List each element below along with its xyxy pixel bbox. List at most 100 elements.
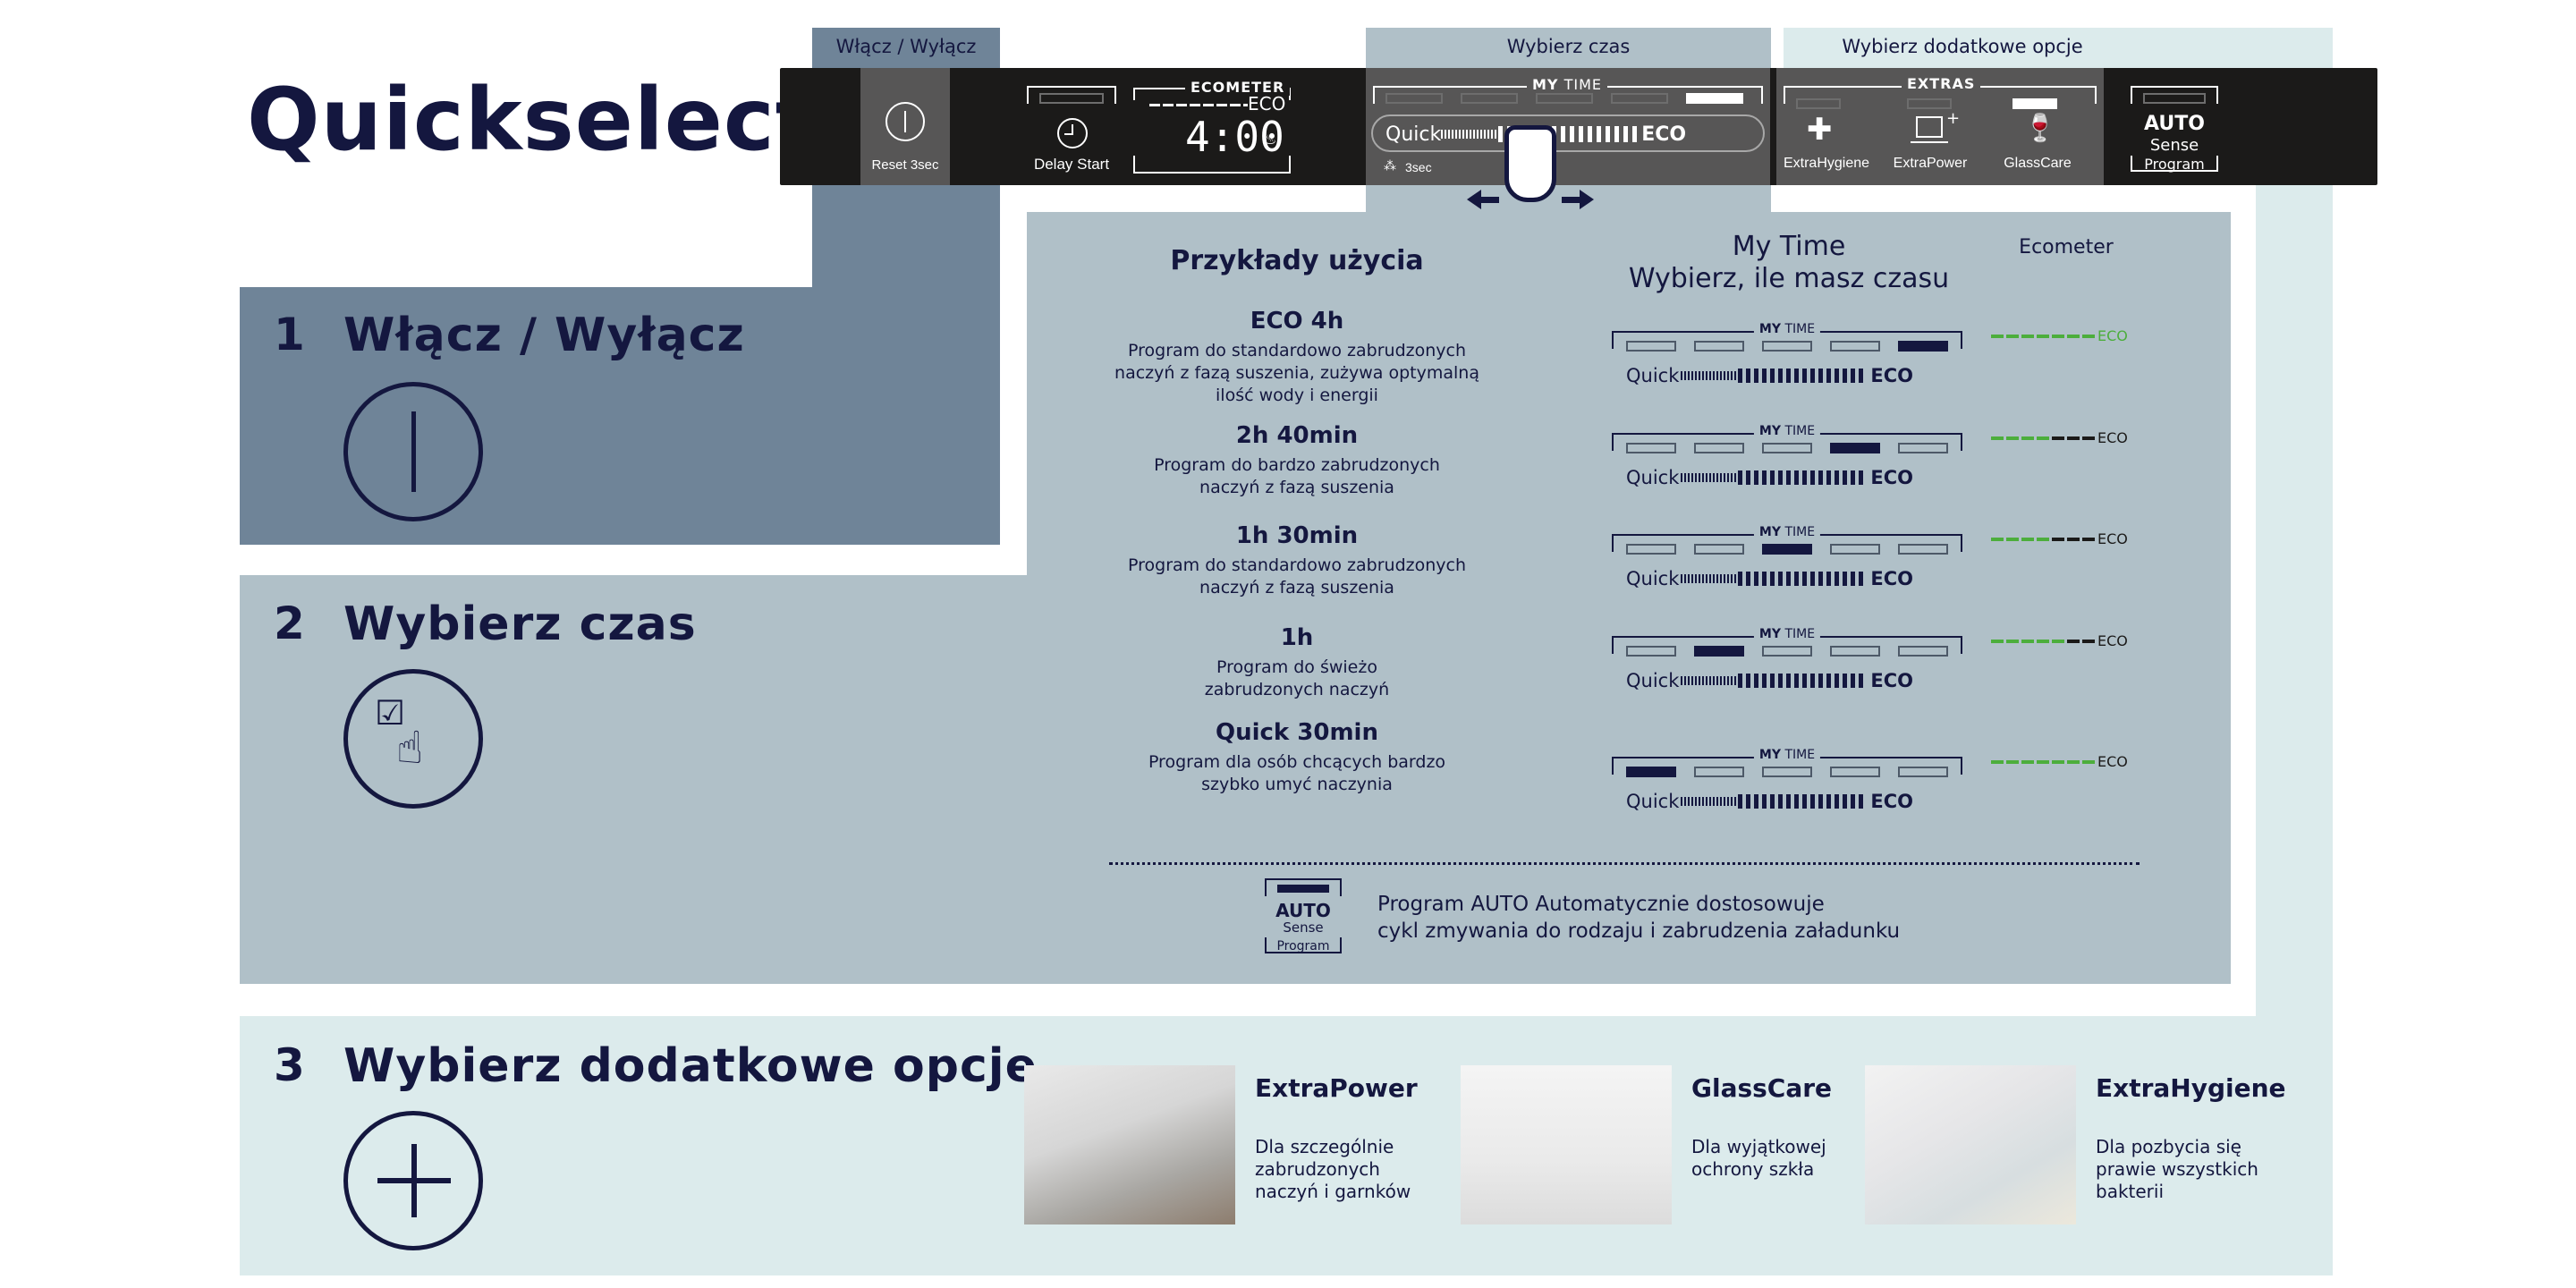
scale-fine-tick (1716, 574, 1719, 583)
scale-thick-tick (1778, 470, 1784, 485)
ecometer-dash (2021, 537, 2034, 541)
scale-thick-tick (1794, 470, 1800, 485)
example-title: 1h 30min (1235, 522, 1359, 549)
scale-thick-tick (1738, 794, 1743, 809)
touch-select-icon: ☑ ☝ (343, 669, 483, 809)
auto-program-legend: AUTO Sense Program (1258, 875, 1347, 961)
scale-fine-tick (1720, 473, 1723, 482)
section-2-number: 2 (274, 597, 305, 649)
slider-fine-tick (1477, 130, 1479, 139)
scale-fine-tick (1702, 473, 1705, 482)
sense-label: Sense (2149, 136, 2199, 155)
my-time-indicator-segment (1694, 767, 1744, 777)
scale-thick-tick (1843, 470, 1848, 485)
scale-thick-tick (1746, 674, 1751, 688)
spray-icon: ⁂ (1384, 159, 1396, 174)
slider-fine-tick (1441, 130, 1444, 139)
scale-thick-tick (1859, 369, 1864, 383)
my-time-indicator-segment (1626, 646, 1676, 657)
scale-thick-tick (1754, 470, 1759, 485)
scale-fine-tick (1713, 676, 1716, 685)
scale-thick-tick (1770, 674, 1775, 688)
slider-eco-label: ECO (1641, 123, 1687, 146)
my-time-indicator-label: MY TIME (1753, 424, 1821, 438)
scale-fine-tick (1688, 676, 1690, 685)
scale-thick-tick (1794, 369, 1800, 383)
slider-fine-tick (1462, 130, 1465, 139)
examples-header: Przykłady użycia (1170, 245, 1424, 276)
my-time-label: MY TIME (1527, 76, 1608, 93)
scale-thick-tick (1835, 470, 1840, 485)
scale-thick-tick (1786, 674, 1792, 688)
scale-fine-tick (1684, 473, 1687, 482)
extra-hygiene-indicator (1796, 98, 1841, 109)
extra-hygiene-label: ExtraHygiene (1783, 156, 1870, 171)
scale-fine-tick (1727, 797, 1730, 806)
glass-care-button[interactable]: 🍷 GlassCare (1995, 95, 2102, 184)
scale-thick-tick (1851, 572, 1856, 586)
my-time-indicator-segment (1898, 443, 1948, 453)
slider-fine-tick (1459, 130, 1462, 139)
baby-bottles-photo (1865, 1065, 2076, 1224)
scale-thick-tick (1810, 470, 1816, 485)
slider-fine-tick (1487, 130, 1490, 139)
my-time-indicator-label: MY TIME (1753, 627, 1821, 641)
slider-quick-label: Quick (1385, 123, 1442, 146)
scale-fine-tick (1691, 676, 1694, 685)
ecometer-dash (2082, 334, 2095, 338)
scale-thick-tick (1770, 794, 1775, 809)
extra-power-button[interactable]: + ExtraPower (1885, 95, 1993, 184)
option-title: ExtraHygiene (2096, 1073, 2286, 1103)
ecometer-indicator: ECO (1991, 753, 2128, 770)
time-column-header: Wybierz czas (1506, 36, 1631, 57)
my-time-indicator-segment (1898, 646, 1948, 657)
quick-eco-scale: Quick ECO (1626, 568, 1913, 589)
scale-thick-tick (1746, 794, 1751, 809)
scale-fine-tick (1706, 473, 1708, 482)
my-time-indicator-segment (1762, 341, 1812, 352)
scale-thick-tick (1826, 369, 1832, 383)
my-time-indicator-segment (1694, 544, 1744, 555)
scale-thick-tick (1786, 369, 1792, 383)
scale-thick-tick (1851, 369, 1856, 383)
power-button[interactable]: Reset 3sec (860, 68, 950, 185)
my-time-slider[interactable]: Quick ECO (1371, 114, 1765, 152)
scale-fine-tick (1691, 371, 1694, 380)
scale-thick-tick (1835, 794, 1840, 809)
scale-thick-tick (1778, 674, 1784, 688)
scale-thick-tick (1794, 674, 1800, 688)
scale-fine-tick (1702, 797, 1705, 806)
section-3-title: Wybierz dodatkowe opcje (343, 1039, 1038, 1093)
scale-thick-tick (1818, 674, 1824, 688)
my-time-indicator-segment (1694, 443, 1744, 453)
ecometer-dash (2037, 537, 2049, 541)
slider-fine-tick (1491, 130, 1494, 139)
delay-start-button[interactable]: Delay Start (1021, 80, 1129, 179)
scale-thick-tick (1794, 794, 1800, 809)
ecometer-dash (1991, 334, 2004, 338)
scale-fine-tick (1688, 473, 1690, 482)
example-description: naczyń z fazą suszenia, zużywa optymalną (1114, 363, 1479, 383)
auto-program-indicator (2143, 93, 2206, 104)
scale-quick-label: Quick (1626, 670, 1680, 691)
quick-eco-scale: Quick ECO (1626, 467, 1913, 488)
my-time-segment (1461, 93, 1518, 104)
extra-power-icon (1916, 116, 1943, 138)
program-label: Program (2144, 156, 2205, 173)
ecometer-dash (2067, 759, 2080, 764)
my-time-indicator-segment (1830, 443, 1880, 453)
extra-hygiene-button[interactable]: ✚ ExtraHygiene (1776, 95, 1884, 184)
ecometer-dash (2052, 639, 2064, 643)
extra-hygiene-icon: ✚ (1807, 112, 1833, 148)
slider-fine-tick (1473, 130, 1476, 139)
my-time-indicator: MY TIME (1612, 322, 1962, 352)
scale-quick-label: Quick (1626, 467, 1680, 488)
power-icon (886, 102, 925, 141)
my-time-indicator-segment (1694, 341, 1744, 352)
scale-thick-tick (1802, 572, 1808, 586)
scale-fine-tick (1720, 676, 1723, 685)
auto-program-button[interactable]: AUTO Sense Program (2122, 80, 2229, 179)
scale-fine-tick (1724, 574, 1726, 583)
scale-fine-tick (1720, 797, 1723, 806)
scale-fine-tick (1699, 473, 1701, 482)
